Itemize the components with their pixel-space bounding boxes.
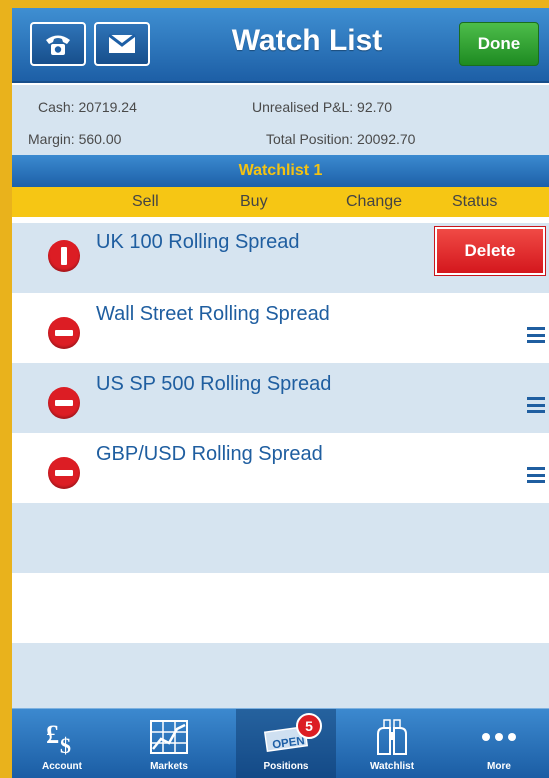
drag-handle-icon[interactable] xyxy=(527,397,545,413)
more-dots-icon xyxy=(477,717,521,757)
watch-list-screen: Watch List Done Cash: 20719.24 Unrealise… xyxy=(12,8,549,778)
watchlist-name-bar: Watchlist 1 xyxy=(12,155,549,187)
remove-icon[interactable] xyxy=(48,317,80,349)
list-item[interactable]: US SP 500 Rolling Spread xyxy=(12,363,549,433)
account-summary: Cash: 20719.24 Unrealised P&L: 92.70 Mar… xyxy=(12,85,549,155)
column-change: Change xyxy=(346,193,403,210)
chart-grid-icon xyxy=(147,717,191,757)
empty-row xyxy=(12,503,549,573)
column-header-bar: Sell Buy Change Status xyxy=(12,187,549,217)
cash-value: Cash: 20719.24 xyxy=(38,99,137,115)
svg-text:£: £ xyxy=(46,720,59,749)
envelope-icon xyxy=(108,34,136,53)
tab-label: More xyxy=(487,761,511,772)
done-button[interactable]: Done xyxy=(459,22,539,66)
tab-markets[interactable]: Markets xyxy=(119,709,219,778)
market-name: US SP 500 Rolling Spread xyxy=(96,373,332,395)
tab-positions[interactable]: OPEN 5 Positions xyxy=(236,709,336,778)
unrealised-pl-value: Unrealised P&L: 92.70 xyxy=(252,99,393,115)
remove-icon[interactable] xyxy=(48,387,80,419)
positions-count-badge: 5 xyxy=(296,713,322,739)
tab-more[interactable]: More xyxy=(449,709,549,778)
delete-button[interactable]: Delete xyxy=(435,227,545,275)
column-buy: Buy xyxy=(240,193,268,210)
pound-dollar-icon: £ $ xyxy=(40,717,84,757)
remove-icon[interactable] xyxy=(48,457,80,489)
market-name: GBP/USD Rolling Spread xyxy=(96,443,323,465)
tab-label: Watchlist xyxy=(369,761,415,772)
watchlist-name: Watchlist 1 xyxy=(238,162,323,179)
column-status: Status xyxy=(452,193,498,210)
list-item[interactable]: Wall Street Rolling Spread xyxy=(12,293,549,363)
empty-row xyxy=(12,643,549,708)
tab-label: Positions xyxy=(263,761,309,772)
header-bar: Watch List Done xyxy=(12,8,549,83)
svg-text:$: $ xyxy=(60,733,71,757)
drag-handle-icon[interactable] xyxy=(527,467,545,483)
phone-icon xyxy=(46,35,70,55)
column-sell: Sell xyxy=(132,193,159,210)
tab-label: Markets xyxy=(150,761,188,772)
list-item[interactable]: UK 100 Rolling Spread Delete xyxy=(12,223,549,293)
list-item[interactable]: GBP/USD Rolling Spread xyxy=(12,433,549,503)
total-position-value: Total Position: 20092.70 xyxy=(266,131,416,147)
tab-watchlist[interactable]: Watchlist xyxy=(342,709,442,778)
tab-account[interactable]: £ $ Account xyxy=(12,709,112,778)
empty-row xyxy=(12,573,549,643)
drag-handle-icon[interactable] xyxy=(527,327,545,343)
remove-icon[interactable] xyxy=(48,240,80,272)
market-name: Wall Street Rolling Spread xyxy=(96,303,330,325)
market-name: UK 100 Rolling Spread xyxy=(96,231,300,253)
binoculars-icon xyxy=(370,717,414,757)
page-title: Watch List xyxy=(231,24,383,57)
tab-bar: £ $ Account Markets OPEN 5 Positions Wat… xyxy=(12,708,549,778)
mail-button[interactable] xyxy=(94,22,150,66)
tab-label: Account xyxy=(42,761,82,772)
phone-button[interactable] xyxy=(30,22,86,66)
margin-value: Margin: 560.00 xyxy=(28,131,122,147)
